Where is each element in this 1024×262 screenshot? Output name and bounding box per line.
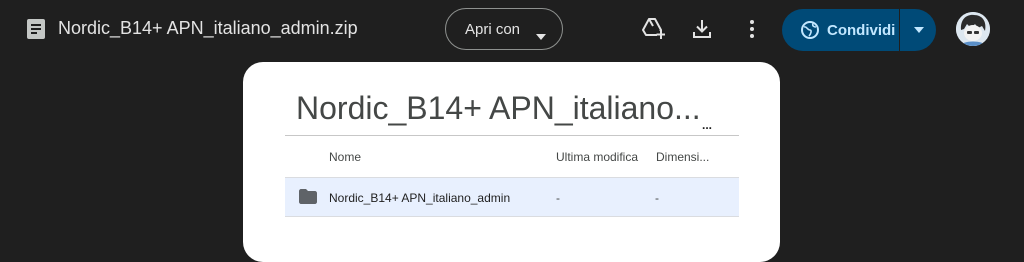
folder-icon bbox=[299, 189, 317, 209]
viewer-toolbar: Nordic_B14+ APN_italiano_admin.zip Apri … bbox=[0, 0, 1024, 60]
column-header-modified[interactable]: Ultima modifica bbox=[556, 150, 638, 164]
globe-icon bbox=[801, 21, 819, 44]
archive-preview-card: Nordic_B14+ APN_italiano... ... Nome Ult… bbox=[243, 62, 780, 262]
share-button[interactable]: Condividi bbox=[782, 9, 936, 51]
chevron-down-icon bbox=[536, 27, 546, 40]
download-icon[interactable] bbox=[693, 19, 711, 39]
add-to-drive-icon[interactable] bbox=[641, 18, 665, 40]
open-with-button[interactable]: Apri con bbox=[445, 8, 563, 50]
chevron-down-icon bbox=[914, 27, 924, 33]
file-title: Nordic_B14+ APN_italiano_admin.zip bbox=[58, 18, 358, 38]
more-icon[interactable]: ... bbox=[702, 118, 712, 132]
archive-icon bbox=[27, 19, 45, 39]
column-header-size[interactable]: Dimensi... bbox=[656, 150, 709, 164]
share-dropdown-button[interactable] bbox=[902, 9, 936, 51]
divider bbox=[285, 135, 739, 136]
share-divider bbox=[899, 9, 900, 51]
more-vert-icon[interactable] bbox=[749, 19, 755, 39]
row-modified: - bbox=[556, 191, 560, 205]
row-size: - bbox=[655, 191, 659, 205]
avatar[interactable] bbox=[956, 12, 990, 46]
row-name: Nordic_B14+ APN_italiano_admin bbox=[329, 191, 511, 205]
open-with-label: Apri con bbox=[465, 20, 521, 38]
share-label: Condividi bbox=[827, 22, 896, 39]
archive-title: Nordic_B14+ APN_italiano... bbox=[296, 90, 701, 126]
column-header-name[interactable]: Nome bbox=[329, 150, 361, 164]
table-row[interactable]: Nordic_B14+ APN_italiano_admin - - bbox=[285, 177, 739, 217]
